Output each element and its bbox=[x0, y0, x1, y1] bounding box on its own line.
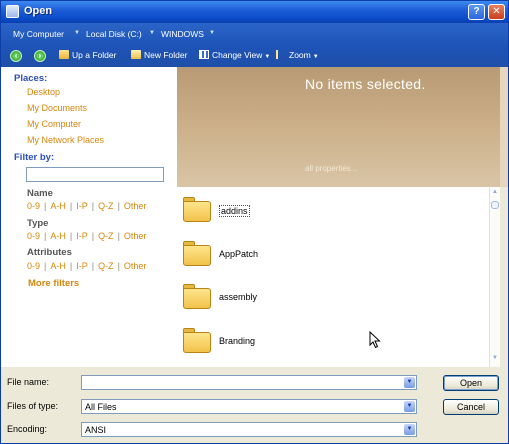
change-view-button[interactable]: Change View ▼ bbox=[199, 50, 270, 60]
folder-icon bbox=[183, 241, 211, 266]
files-of-type-value: All Files bbox=[85, 402, 117, 412]
places-header: Places: bbox=[14, 73, 48, 84]
filter-attributes-ranges: 0-9 | A-H | I-P | Q-Z | Other bbox=[27, 261, 147, 271]
left-pane: Places: Desktop My Documents My Computer… bbox=[1, 67, 177, 367]
filter-header: Filter by: bbox=[14, 152, 55, 163]
place-desktop[interactable]: Desktop bbox=[27, 87, 60, 97]
zoom-icon bbox=[276, 50, 286, 59]
filter-name-a-h[interactable]: A-H bbox=[50, 201, 66, 211]
chevron-down-icon[interactable]: ▼ bbox=[74, 30, 80, 36]
window-title: Open bbox=[24, 5, 53, 17]
filter-name-0-9[interactable]: 0-9 bbox=[27, 201, 40, 211]
zoom-button[interactable]: Zoom ▼ bbox=[276, 50, 319, 60]
file-name: assembly bbox=[219, 292, 258, 302]
filter-attributes-a-h[interactable]: A-H bbox=[50, 261, 66, 271]
up-folder-icon bbox=[59, 50, 69, 59]
filter-attributes-header: Attributes bbox=[27, 247, 72, 258]
mouse-cursor-icon bbox=[369, 331, 381, 349]
file-name: AppPatch bbox=[219, 249, 259, 259]
help-button[interactable]: ? bbox=[468, 4, 485, 20]
filter-name-q-z[interactable]: Q-Z bbox=[98, 201, 114, 211]
filter-type-i-p[interactable]: I-P bbox=[76, 231, 88, 241]
file-name: Branding bbox=[219, 336, 256, 346]
new-folder-label: New Folder bbox=[144, 50, 188, 60]
preview-pane: No items selected. all properties... bbox=[177, 67, 500, 187]
filter-name-ranges: 0-9 | A-H | I-P | Q-Z | Other bbox=[27, 201, 147, 211]
chevron-down-icon[interactable]: ▼ bbox=[404, 377, 415, 388]
chevron-down-icon[interactable]: ▼ bbox=[404, 401, 415, 412]
filter-type-q-z[interactable]: Q-Z bbox=[98, 231, 114, 241]
filter-input[interactable] bbox=[26, 167, 164, 182]
new-folder-icon bbox=[131, 50, 141, 59]
filter-attributes-other[interactable]: Other bbox=[124, 261, 147, 271]
title-bar: Open ? ✕ bbox=[1, 1, 508, 23]
zoom-label: Zoom bbox=[289, 50, 311, 60]
file-name: addins bbox=[219, 205, 250, 217]
breadcrumb-windows[interactable]: WINDOWS bbox=[161, 29, 204, 39]
list-item[interactable]: addins bbox=[177, 193, 477, 233]
open-dialog: Open ? ✕ My Computer ▼ Local Disk (C:) ▼… bbox=[0, 0, 509, 444]
preview-title: No items selected. bbox=[305, 76, 426, 92]
form-area: File name: ▼ Files of type: All Files ▼ … bbox=[1, 367, 508, 443]
filter-type-other[interactable]: Other bbox=[124, 231, 147, 241]
encoding-select[interactable]: ANSI ▼ bbox=[81, 422, 417, 437]
list-item[interactable]: Branding bbox=[177, 324, 477, 364]
files-of-type-select[interactable]: All Files ▼ bbox=[81, 399, 417, 414]
filter-attributes-i-p[interactable]: I-P bbox=[76, 261, 88, 271]
back-arrow-icon[interactable]: ‹ bbox=[10, 50, 22, 62]
filter-type-ranges: 0-9 | A-H | I-P | Q-Z | Other bbox=[27, 231, 147, 241]
filter-type-0-9[interactable]: 0-9 bbox=[27, 231, 40, 241]
place-my-documents[interactable]: My Documents bbox=[27, 103, 87, 113]
files-of-type-label: Files of type: bbox=[7, 401, 59, 411]
change-view-label: Change View bbox=[212, 50, 263, 60]
window-icon bbox=[6, 5, 19, 18]
filter-name-other[interactable]: Other bbox=[124, 201, 147, 211]
filter-name-i-p[interactable]: I-P bbox=[76, 201, 88, 211]
file-list-scrollbar[interactable]: ▲ ▼ bbox=[489, 187, 500, 367]
chevron-down-icon[interactable]: ▼ bbox=[209, 30, 215, 36]
encoding-label: Encoding: bbox=[7, 424, 48, 434]
list-item[interactable]: AppPatch bbox=[177, 237, 477, 277]
up-folder-button[interactable]: Up a Folder bbox=[59, 50, 116, 60]
open-button[interactable]: Open bbox=[443, 375, 499, 391]
chevron-down-icon[interactable]: ▼ bbox=[404, 424, 415, 435]
file-list: addins AppPatch assembly Branding bbox=[177, 187, 489, 367]
file-name-field[interactable]: ▼ bbox=[81, 375, 417, 390]
folder-icon bbox=[183, 328, 211, 353]
list-item[interactable]: assembly bbox=[177, 280, 477, 320]
navigation-band: My Computer ▼ Local Disk (C:) ▼ WINDOWS … bbox=[1, 23, 508, 67]
breadcrumb-local-disk[interactable]: Local Disk (C:) bbox=[86, 29, 142, 39]
chevron-down-icon[interactable]: ▼ bbox=[149, 30, 155, 36]
forward-arrow-icon[interactable]: › bbox=[34, 50, 46, 62]
folder-icon bbox=[183, 284, 211, 309]
filter-attributes-0-9[interactable]: 0-9 bbox=[27, 261, 40, 271]
chevron-down-icon: ▼ bbox=[312, 54, 319, 60]
place-my-computer[interactable]: My Computer bbox=[27, 119, 81, 129]
place-my-network-places[interactable]: My Network Places bbox=[27, 135, 104, 145]
close-button[interactable]: ✕ bbox=[488, 4, 505, 20]
scrollbar-thumb[interactable] bbox=[491, 201, 499, 209]
file-name-label: File name: bbox=[7, 377, 50, 387]
filter-type-a-h[interactable]: A-H bbox=[50, 231, 66, 241]
scroll-up-icon[interactable]: ▲ bbox=[491, 189, 499, 198]
more-filters-link[interactable]: More filters bbox=[28, 278, 79, 289]
breadcrumb-my-computer[interactable]: My Computer bbox=[13, 29, 64, 39]
folder-icon bbox=[183, 197, 211, 222]
all-properties-link[interactable]: all properties... bbox=[305, 164, 357, 173]
view-icon bbox=[199, 50, 209, 59]
filter-name-header: Name bbox=[27, 188, 53, 199]
cancel-button[interactable]: Cancel bbox=[443, 399, 499, 415]
new-folder-button[interactable]: New Folder bbox=[131, 50, 187, 60]
encoding-value: ANSI bbox=[85, 425, 107, 435]
filter-attributes-q-z[interactable]: Q-Z bbox=[98, 261, 114, 271]
up-folder-label: Up a Folder bbox=[72, 50, 117, 60]
toolbar: ‹ › Up a Folder New Folder Change View ▼ … bbox=[1, 47, 508, 65]
scroll-down-icon[interactable]: ▼ bbox=[491, 355, 499, 364]
filter-type-header: Type bbox=[27, 218, 49, 229]
preview-scroll-track bbox=[500, 67, 508, 187]
chevron-down-icon: ▼ bbox=[264, 54, 271, 60]
